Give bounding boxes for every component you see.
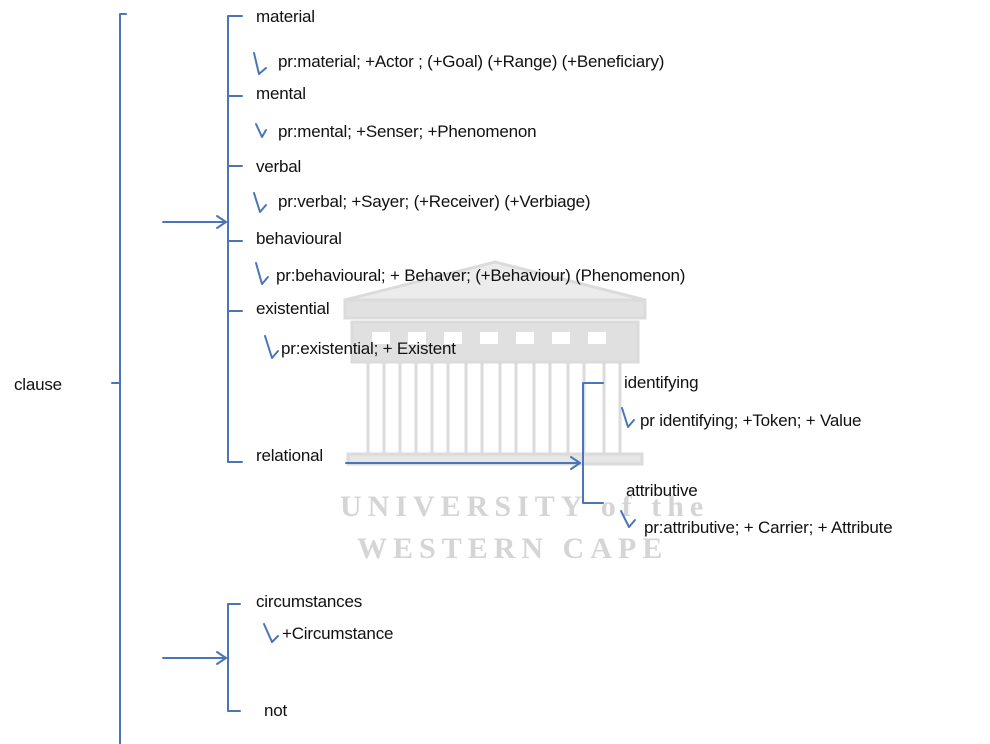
realization-material: pr:material; +Actor ; (+Goal) (+Range) (… <box>278 52 665 71</box>
realization-arrow-circumstance <box>263 623 279 643</box>
realization-mental: pr:mental; +Senser; +Phenomenon <box>278 122 537 141</box>
feature-relational: relational <box>256 446 323 465</box>
relational-bracket <box>582 382 604 504</box>
clause-bracket <box>119 13 127 744</box>
realization-arrow-material <box>253 52 267 75</box>
feature-mental: mental <box>256 84 306 103</box>
feature-existential: existential <box>256 299 330 318</box>
system-network-diagram: UNIVERSITY of the WESTERN CAPE clause ma… <box>0 0 990 744</box>
realization-attributive: pr:attributive; + Carrier; + Attribute <box>644 518 893 537</box>
feature-verbal: verbal <box>256 157 302 176</box>
realization-arrow-existential <box>264 335 279 359</box>
realization-arrow-identifying <box>621 407 635 428</box>
feature-not: not <box>264 701 288 720</box>
realization-arrow-verbal <box>253 192 267 213</box>
feature-behavioural: behavioural <box>256 229 342 248</box>
realization-circumstance: +Circumstance <box>282 624 394 643</box>
realization-verbal: pr:verbal; +Sayer; (+Receiver) (+Verbiag… <box>278 192 591 211</box>
circumstance-bracket <box>227 603 241 712</box>
realization-existential: pr:existential; + Existent <box>281 339 456 358</box>
process-type-bracket <box>227 15 243 463</box>
realization-arrow-behavioural <box>255 262 269 285</box>
realization-arrow-mental <box>255 123 267 138</box>
root-feature-clause: clause <box>14 375 62 394</box>
realization-identifying: pr identifying; +Token; + Value <box>640 411 862 430</box>
feature-circumstances: circumstances <box>256 592 363 611</box>
feature-identifying: identifying <box>624 373 699 392</box>
realization-arrow-attributive <box>620 510 636 528</box>
feature-material: material <box>256 7 315 26</box>
feature-attributive: attributive <box>626 481 698 500</box>
realization-behavioural: pr:behavioural; + Behaver; (+Behaviour) … <box>276 266 686 285</box>
network-connectors <box>111 13 636 744</box>
